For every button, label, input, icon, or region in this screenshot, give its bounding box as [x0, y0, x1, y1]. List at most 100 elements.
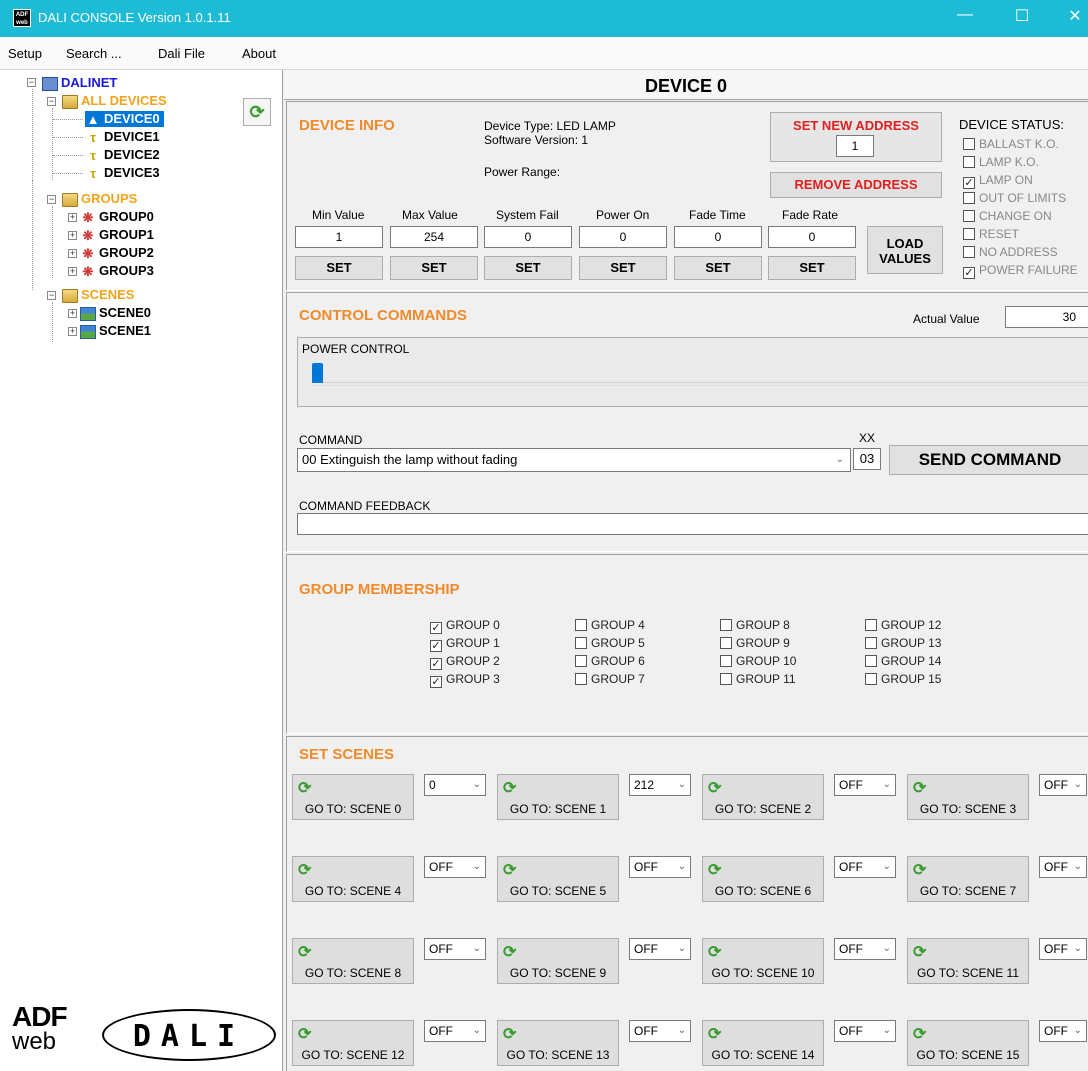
scene-level-select-0[interactable]: 0 ⌄ [424, 774, 486, 796]
minimize-icon[interactable]: — [950, 6, 980, 24]
go-to-scene-button-15[interactable]: ⟳ GO TO: SCENE 15 [907, 1020, 1029, 1066]
go-to-scene-button-3[interactable]: ⟳ GO TO: SCENE 3 [907, 774, 1029, 820]
scene-level-select-6[interactable]: OFF ⌄ [834, 856, 896, 878]
go-to-scene-button-13[interactable]: ⟳ GO TO: SCENE 13 [497, 1020, 619, 1066]
scene-level-select-3[interactable]: OFF ⌄ [1039, 774, 1087, 796]
tree-device-0[interactable]: ▲ DEVICE0 [85, 111, 164, 127]
group-checkbox-3[interactable]: ✓ GROUP 3 [430, 673, 500, 688]
fade-time-input[interactable]: 0 [674, 226, 762, 248]
set-fade-rate-button[interactable]: SET [768, 256, 856, 280]
refresh-tree-button[interactable]: ⟳ [243, 98, 271, 126]
power-slider-track[interactable] [312, 382, 1088, 386]
go-to-scene-button-14[interactable]: ⟳ GO TO: SCENE 14 [702, 1020, 824, 1066]
set-max-value-button[interactable]: SET [390, 256, 478, 280]
power-on-input[interactable]: 0 [579, 226, 667, 248]
maximize-icon[interactable]: ☐ [1007, 6, 1037, 26]
go-to-scene-button-7[interactable]: ⟳ GO TO: SCENE 7 [907, 856, 1029, 902]
send-command-button[interactable]: SEND COMMAND [889, 445, 1088, 475]
set-fade-time-button[interactable]: SET [674, 256, 762, 280]
scene-level-select-10[interactable]: OFF ⌄ [834, 938, 896, 960]
go-to-scene-button-6[interactable]: ⟳ GO TO: SCENE 6 [702, 856, 824, 902]
expand-scene-0-icon[interactable]: + [68, 309, 77, 318]
tree-group-3[interactable]: ❋ GROUP3 [80, 263, 154, 279]
go-to-scene-button-11[interactable]: ⟳ GO TO: SCENE 11 [907, 938, 1029, 984]
tree-scene-1[interactable]: SCENE1 [80, 323, 151, 339]
tree-group-1[interactable]: ❋ GROUP1 [80, 227, 154, 243]
tree-all-devices[interactable]: ALL DEVICES [62, 93, 167, 109]
tree-group-0[interactable]: ❋ GROUP0 [80, 209, 154, 225]
scene-level-select-9[interactable]: OFF ⌄ [629, 938, 691, 960]
tree-device-1[interactable]: τ DEVICE1 [85, 129, 160, 145]
set-system-fail-button[interactable]: SET [484, 256, 572, 280]
set-power-on-button[interactable]: SET [579, 256, 667, 280]
go-to-scene-button-0[interactable]: ⟳ GO TO: SCENE 0 [292, 774, 414, 820]
group-checkbox-14[interactable]: GROUP 14 [865, 655, 941, 668]
tree-scene-0[interactable]: SCENE0 [80, 305, 151, 321]
go-to-scene-button-1[interactable]: ⟳ GO TO: SCENE 1 [497, 774, 619, 820]
group-checkbox-4[interactable]: GROUP 4 [575, 619, 645, 632]
expand-group-1-icon[interactable]: + [68, 231, 77, 240]
scene-level-select-7[interactable]: OFF ⌄ [1039, 856, 1087, 878]
scene-level-select-2[interactable]: OFF ⌄ [834, 774, 896, 796]
scene-level-select-1[interactable]: 212 ⌄ [629, 774, 691, 796]
min-value-input[interactable]: 1 [295, 226, 383, 248]
scene-level-select-13[interactable]: OFF ⌄ [629, 1020, 691, 1042]
xx-input[interactable]: 03 [853, 448, 881, 470]
tree-groups[interactable]: GROUPS [62, 191, 137, 207]
group-checkbox-5[interactable]: GROUP 5 [575, 637, 645, 650]
collapse-root-icon[interactable]: − [27, 78, 36, 87]
expand-group-0-icon[interactable]: + [68, 213, 77, 222]
go-to-scene-button-4[interactable]: ⟳ GO TO: SCENE 4 [292, 856, 414, 902]
group-checkbox-11[interactable]: GROUP 11 [720, 673, 796, 686]
set-new-address-button[interactable]: SET NEW ADDRESS [771, 118, 941, 133]
go-to-scene-button-10[interactable]: ⟳ GO TO: SCENE 10 [702, 938, 824, 984]
go-to-scene-button-5[interactable]: ⟳ GO TO: SCENE 5 [497, 856, 619, 902]
collapse-scenes-icon[interactable]: − [47, 291, 56, 300]
system-fail-input[interactable]: 0 [484, 226, 572, 248]
group-checkbox-7[interactable]: GROUP 7 [575, 673, 645, 686]
scene-level-select-15[interactable]: OFF ⌄ [1039, 1020, 1087, 1042]
collapse-groups-icon[interactable]: − [47, 195, 56, 204]
fade-rate-input[interactable]: 0 [768, 226, 856, 248]
scene-level-select-5[interactable]: OFF ⌄ [629, 856, 691, 878]
go-to-scene-button-8[interactable]: ⟳ GO TO: SCENE 8 [292, 938, 414, 984]
actual-value-input[interactable]: 30 [1005, 306, 1088, 328]
group-checkbox-6[interactable]: GROUP 6 [575, 655, 645, 668]
scene-level-select-14[interactable]: OFF ⌄ [834, 1020, 896, 1042]
tree-device-3[interactable]: τ DEVICE3 [85, 165, 160, 181]
set-min-value-button[interactable]: SET [295, 256, 383, 280]
group-checkbox-12[interactable]: GROUP 12 [865, 619, 941, 632]
expand-scene-1-icon[interactable]: + [68, 327, 77, 336]
group-checkbox-10[interactable]: GROUP 10 [720, 655, 796, 668]
group-checkbox-1[interactable]: ✓ GROUP 1 [430, 637, 500, 652]
scene-level-select-4[interactable]: OFF ⌄ [424, 856, 486, 878]
load-values-button[interactable]: LOAD VALUES [867, 226, 943, 274]
group-checkbox-13[interactable]: GROUP 13 [865, 637, 941, 650]
menu-search[interactable]: Search ... [66, 46, 122, 61]
scene-level-select-11[interactable]: OFF ⌄ [1039, 938, 1087, 960]
go-to-scene-button-9[interactable]: ⟳ GO TO: SCENE 9 [497, 938, 619, 984]
group-checkbox-0[interactable]: ✓ GROUP 0 [430, 619, 500, 634]
expand-group-2-icon[interactable]: + [68, 249, 77, 258]
menu-dali-file[interactable]: Dali File [158, 46, 205, 61]
max-value-input[interactable]: 254 [390, 226, 478, 248]
tree-group-2[interactable]: ❋ GROUP2 [80, 245, 154, 261]
go-to-scene-button-2[interactable]: ⟳ GO TO: SCENE 2 [702, 774, 824, 820]
group-checkbox-8[interactable]: GROUP 8 [720, 619, 790, 632]
menu-setup[interactable]: Setup [8, 46, 42, 61]
group-checkbox-15[interactable]: GROUP 15 [865, 673, 941, 686]
tree-device-2[interactable]: τ DEVICE2 [85, 147, 160, 163]
group-checkbox-9[interactable]: GROUP 9 [720, 637, 790, 650]
tree-scenes[interactable]: SCENES [62, 287, 134, 303]
close-icon[interactable]: ✕ [1060, 6, 1088, 26]
scene-level-select-12[interactable]: OFF ⌄ [424, 1020, 486, 1042]
go-to-scene-button-12[interactable]: ⟳ GO TO: SCENE 12 [292, 1020, 414, 1066]
remove-address-button[interactable]: REMOVE ADDRESS [770, 172, 942, 198]
new-address-input[interactable]: 1 [836, 135, 874, 157]
menu-about[interactable]: About [242, 46, 276, 61]
group-checkbox-2[interactable]: ✓ GROUP 2 [430, 655, 500, 670]
expand-group-3-icon[interactable]: + [68, 267, 77, 276]
tree-root[interactable]: DALINET [42, 75, 117, 91]
power-slider-thumb[interactable] [312, 363, 323, 383]
command-select[interactable]: 00 Extinguish the lamp without fading ⌄ [297, 448, 851, 472]
